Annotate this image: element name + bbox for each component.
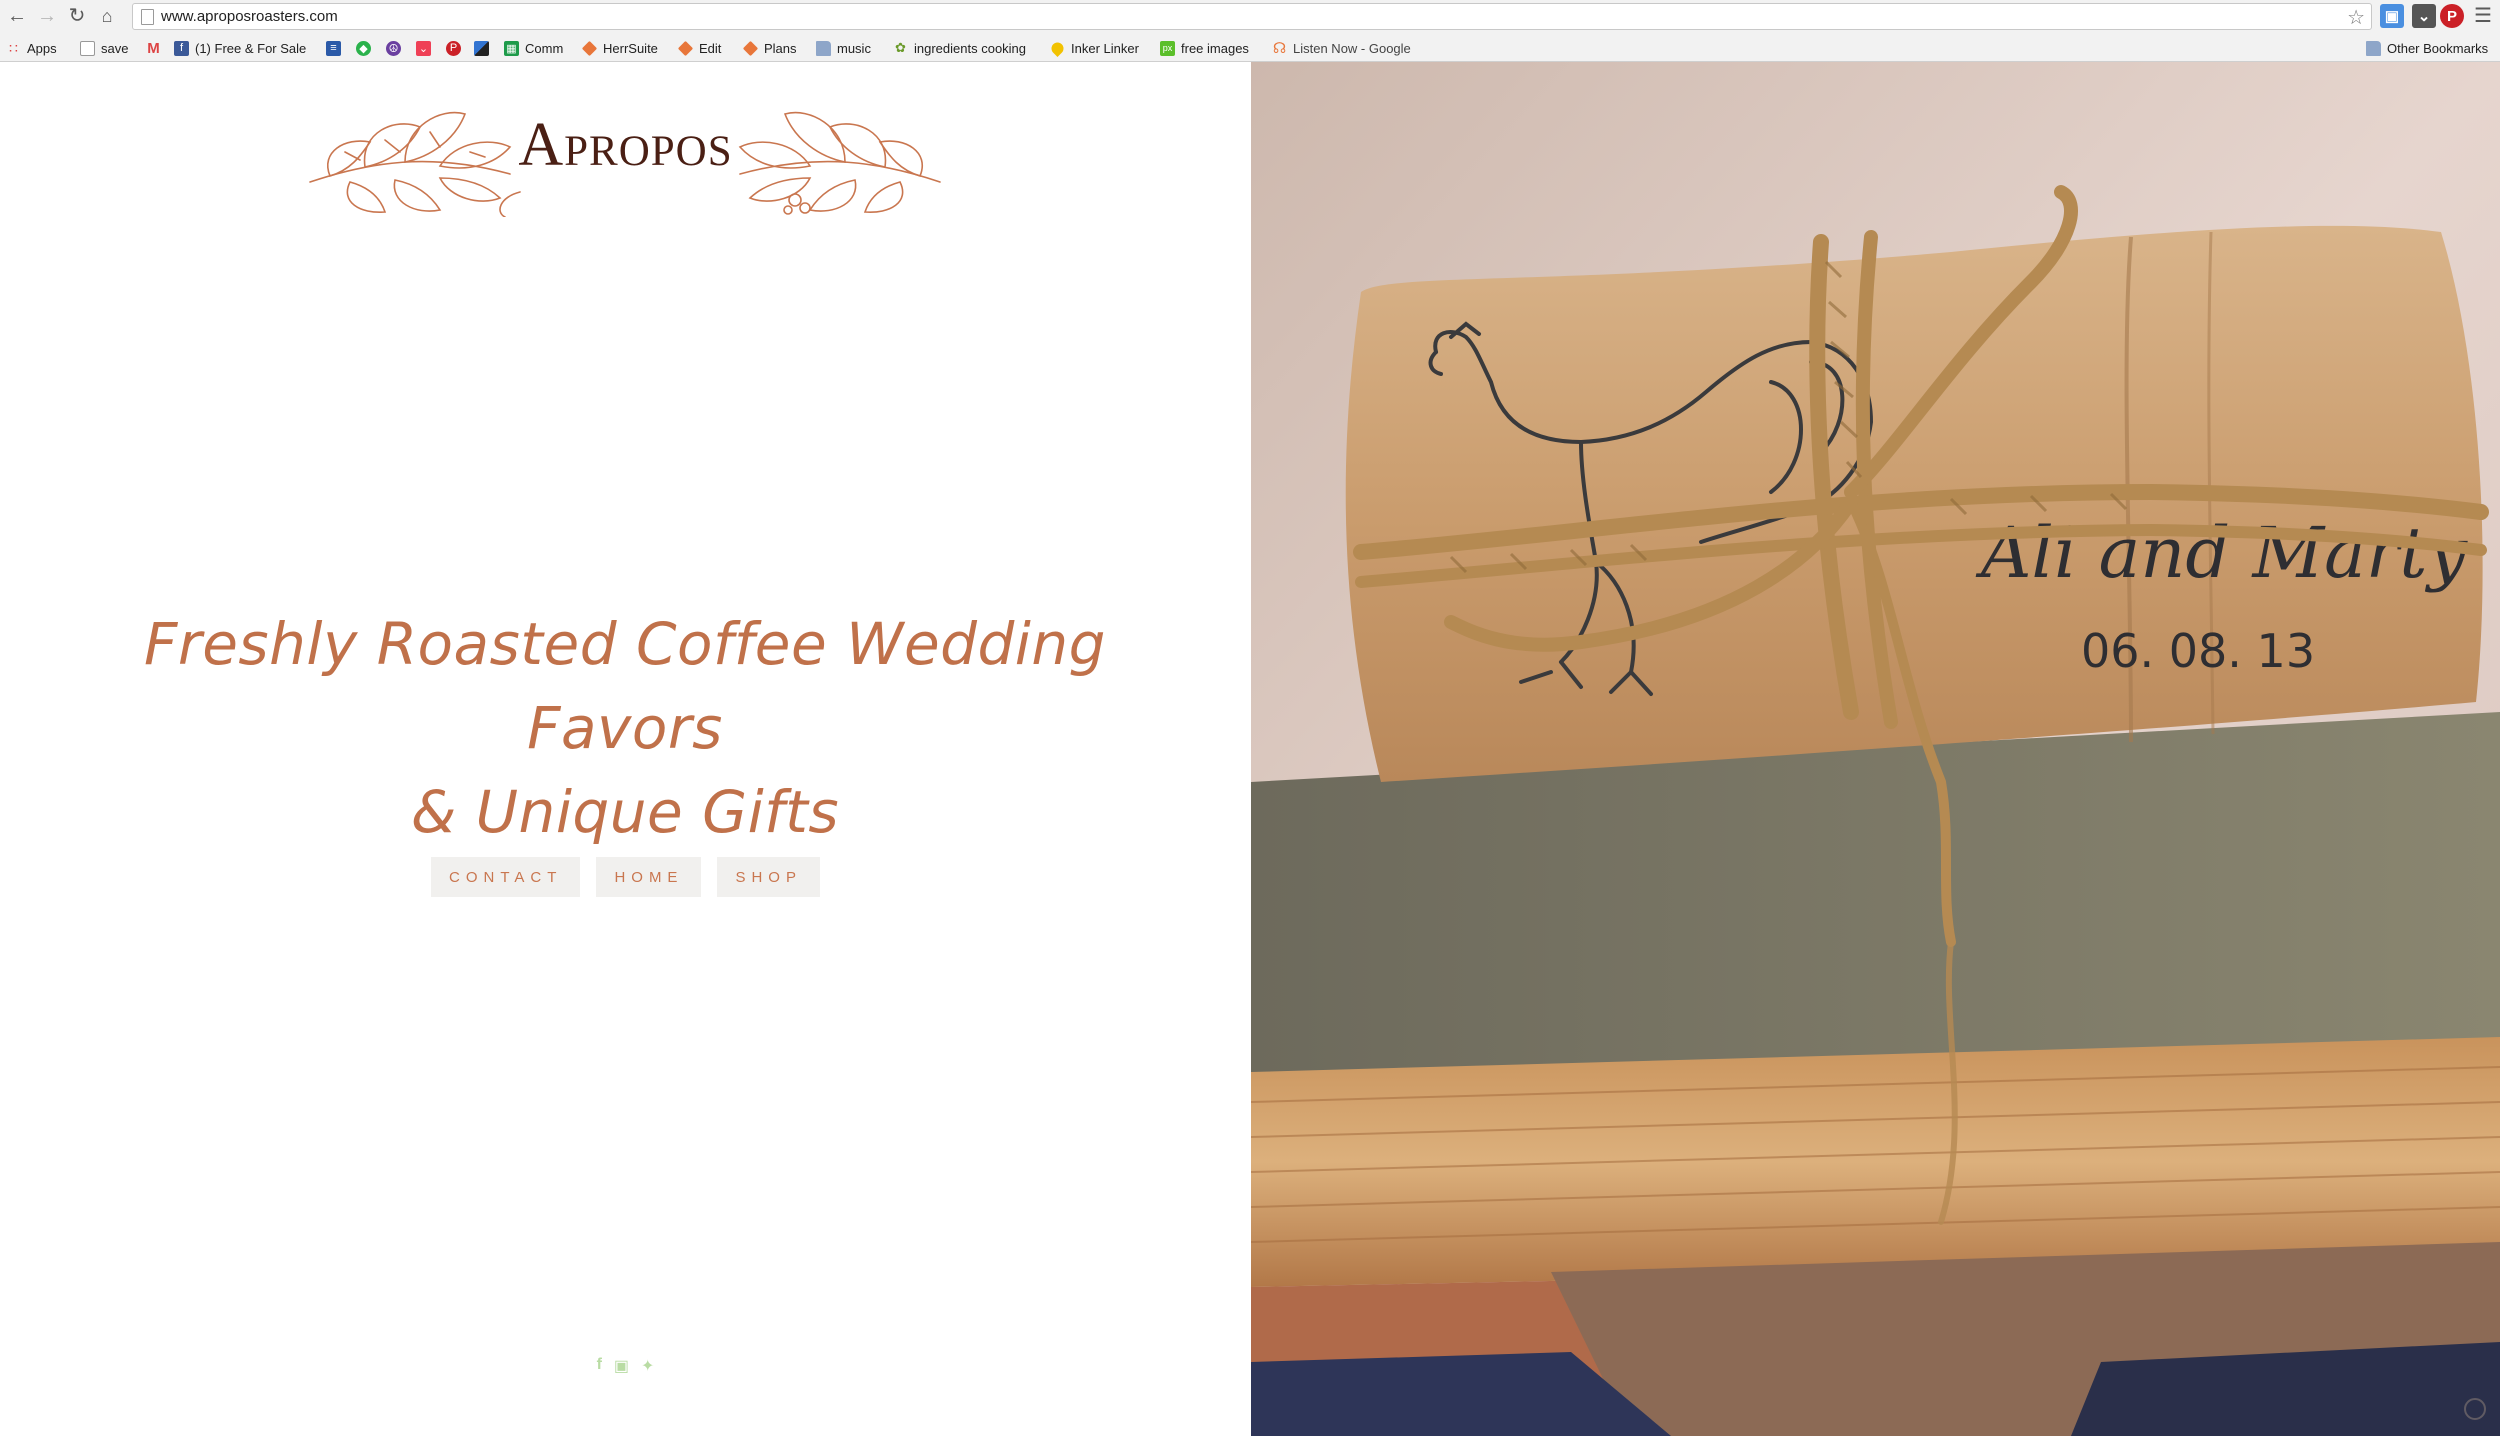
news-icon: ≡	[326, 40, 341, 56]
bookmark-peace[interactable]: ☮	[386, 38, 407, 58]
delicious-icon	[474, 40, 489, 56]
bookmark-free-images[interactable]: px free images	[1160, 38, 1249, 58]
bookmark-facebook[interactable]: f (1) Free & For Sale	[174, 38, 306, 58]
bookmark-listen-now[interactable]: ☊ Listen Now - Google	[1272, 38, 1411, 58]
bookmark-star-icon[interactable]: ☆	[2347, 5, 2365, 30]
address-url[interactable]: www.aproposroasters.com	[161, 8, 338, 25]
bookmark-news[interactable]: ≡	[326, 38, 347, 58]
bookmark-other-bookmarks[interactable]: Other Bookmarks	[2366, 38, 2488, 58]
intro-panel: Apropos Freshly Roasted Coffee Wedding F…	[0, 62, 1251, 1436]
photo-names-text: Ali and Marty	[1975, 512, 2468, 594]
bookmark-gmail[interactable]: M	[146, 38, 167, 58]
diamond-icon	[581, 40, 598, 56]
bookmark-plans[interactable]: Plans	[742, 38, 797, 58]
social-links: f ▣ ✦	[0, 1356, 1251, 1376]
page-icon	[80, 40, 95, 56]
bookmark-feedly[interactable]: ◆	[356, 38, 377, 58]
diamond-icon	[742, 40, 759, 56]
twitter-icon[interactable]: ✦	[641, 1356, 654, 1376]
home-icon[interactable]: ⌂	[94, 3, 120, 29]
back-icon[interactable]: ←	[4, 3, 30, 29]
hero-photo: Ali and Marty 06. 08. 13	[1251, 62, 2500, 1436]
menu-icon[interactable]: ☰	[2470, 3, 2496, 29]
bookmark-edit[interactable]: Edit	[677, 38, 721, 58]
headphones-icon: ☊	[1272, 40, 1287, 57]
main-navigation: CONTACT HOME SHOP	[0, 857, 1251, 897]
nav-shop-button[interactable]: SHOP	[717, 857, 820, 897]
forward-icon[interactable]: →	[34, 3, 60, 29]
photo-date-text: 06. 08. 13	[2081, 624, 2315, 678]
folder-icon	[816, 40, 831, 56]
px-icon: px	[1160, 40, 1175, 56]
bookmark-pocket[interactable]: ⌄	[416, 38, 437, 58]
page-icon	[141, 9, 154, 25]
bookmark-inker-linker[interactable]: Inker Linker	[1049, 38, 1139, 58]
folder-icon	[2366, 40, 2381, 56]
tagline-line-2: & Unique Gifts	[410, 778, 840, 846]
browser-toolbar: ← → ↻ ⌂ www.aproposroasters.com ☆ ▣ ⌄ P …	[0, 0, 2500, 33]
nav-contact-button[interactable]: CONTACT	[431, 857, 581, 897]
pinterest-icon: P	[446, 40, 461, 56]
tagline-line-1: Freshly Roasted Coffee Wedding Favors	[144, 610, 1106, 762]
bookmark-herrsuite[interactable]: HerrSuite	[581, 38, 658, 58]
instagram-icon[interactable]: ▣	[614, 1356, 629, 1376]
bookmark-ingredients-cooking[interactable]: ✿ ingredients cooking	[893, 38, 1026, 58]
bookmark-apps[interactable]: ∷ Apps	[6, 38, 57, 58]
bookmark-pinterest[interactable]: P	[446, 38, 467, 58]
facebook-icon[interactable]: f	[597, 1356, 602, 1376]
apps-grid-icon: ∷	[9, 39, 18, 56]
bookmark-comm[interactable]: ▦ Comm	[504, 38, 563, 58]
gmail-icon: M	[147, 39, 160, 57]
page-content: Apropos Freshly Roasted Coffee Wedding F…	[0, 62, 2500, 1436]
peace-icon: ☮	[386, 40, 401, 56]
brand-logo[interactable]: Apropos	[0, 110, 1251, 181]
drop-icon	[1049, 39, 1066, 57]
bookmarks-bar: ∷ Apps save M f (1) Free & For Sale ≡ ◆ ☮ …	[0, 35, 2500, 61]
facebook-icon: f	[174, 40, 189, 56]
leaf-icon: ✿	[895, 40, 906, 55]
nav-home-button[interactable]: HOME	[596, 857, 702, 897]
address-bar[interactable]: www.aproposroasters.com ☆	[132, 3, 2372, 30]
bookmark-music[interactable]: music	[816, 38, 871, 58]
bookmark-save[interactable]: save	[80, 38, 128, 58]
sheets-icon: ▦	[504, 40, 519, 56]
coffee-favor-photo: Ali and Marty 06. 08. 13	[1251, 62, 2500, 1436]
pinterest-extension-icon[interactable]: P	[2440, 4, 2464, 28]
pocket-icon: ⌄	[416, 40, 431, 56]
reload-icon[interactable]: ↻	[64, 3, 90, 29]
feedly-icon: ◆	[356, 40, 371, 56]
browser-chrome: ← → ↻ ⌂ www.aproposroasters.com ☆ ▣ ⌄ P …	[0, 0, 2500, 62]
diamond-icon	[677, 40, 694, 56]
extension-window-icon[interactable]: ▣	[2380, 4, 2404, 28]
hero-tagline: Freshly Roasted Coffee Wedding Favors & …	[40, 602, 1210, 854]
bookmark-delicious[interactable]	[474, 38, 495, 58]
pocket-extension-icon[interactable]: ⌄	[2412, 4, 2436, 28]
